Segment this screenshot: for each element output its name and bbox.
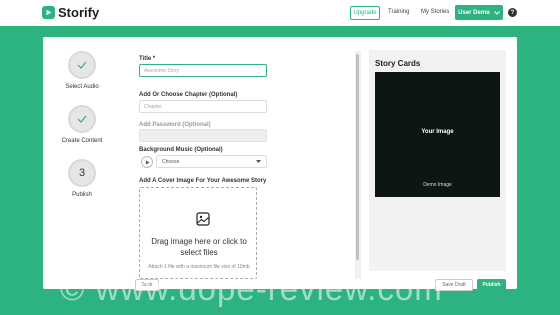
watermark-text: © www.dope-review.com	[60, 270, 443, 307]
nav-link-training[interactable]: Training	[388, 9, 409, 15]
check-icon	[68, 105, 96, 133]
publish-card: Select Audio Create Content 3 Publish Ti…	[43, 37, 517, 291]
publish-button[interactable]: Publish	[477, 279, 506, 291]
nav-link-my-stories[interactable]: My Stories	[421, 9, 449, 15]
caret-down-icon	[256, 160, 261, 163]
dropzone-text: Drag image here or click to select files	[151, 237, 247, 257]
step-label: Publish	[72, 192, 92, 198]
play-logo-icon	[42, 6, 55, 19]
help-icon[interactable]: ?	[508, 8, 517, 17]
story-form: Title * Awesome Story Add Or Choose Chap…	[134, 51, 354, 279]
step-create-content: Create Content	[47, 105, 117, 144]
scrollbar-thumb[interactable]	[356, 54, 359, 260]
top-navbar: Storify Upgrade Training My Stories User…	[0, 0, 560, 26]
brand-name: Storify	[58, 5, 100, 20]
chapter-label: Add Or Choose Chapter (Optional)	[139, 92, 238, 98]
step-label: Select Audio	[65, 84, 99, 90]
chapter-input[interactable]: Chapter	[139, 100, 267, 113]
music-select[interactable]: Choose	[156, 155, 267, 168]
title-placeholder: Awesome Story	[144, 67, 179, 74]
title-label: Title *	[139, 56, 156, 62]
password-input[interactable]	[139, 129, 267, 142]
user-name: User Demo	[458, 9, 490, 16]
preview-image-title: Your Image	[421, 129, 454, 135]
play-icon[interactable]	[141, 156, 153, 168]
user-menu-button[interactable]: User Demo	[455, 5, 503, 20]
chapter-placeholder: Chapter	[144, 103, 162, 110]
cover-dropzone[interactable]: Drag image here or click to select files…	[139, 187, 257, 279]
step-label: Create Content	[61, 138, 103, 144]
brand-logo[interactable]: Storify	[42, 5, 99, 20]
chevron-down-icon	[493, 10, 500, 15]
title-input[interactable]: Awesome Story	[139, 64, 267, 77]
check-icon	[68, 51, 96, 79]
upgrade-button[interactable]: Upgrade	[350, 6, 380, 20]
cover-label: Add A Cover Image For Your Awesome Story	[139, 178, 267, 184]
music-select-value: Choose	[162, 158, 180, 165]
password-label: Add Password (Optional)	[139, 122, 211, 128]
panel-title: Story Cards	[375, 59, 421, 68]
story-cards-panel: Story Cards Your Image Demo Image	[369, 50, 506, 271]
music-label: Background Music (Optional)	[139, 147, 223, 153]
preview-image-caption: Demo Image	[423, 182, 452, 188]
image-icon	[196, 212, 210, 231]
step-select-audio: Select Audio	[47, 51, 117, 90]
step-number: 3	[68, 159, 96, 187]
step-publish: 3 Publish	[47, 159, 117, 198]
story-preview-card: Your Image Demo Image	[375, 72, 500, 197]
